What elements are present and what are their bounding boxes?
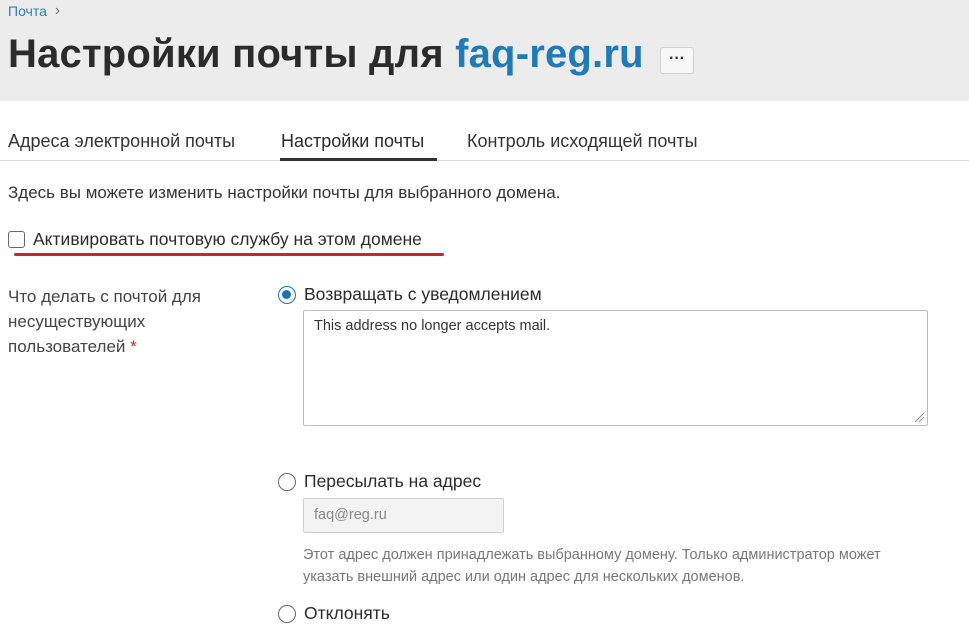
page-title-prefix: Настройки почты для xyxy=(8,32,456,76)
tab-outgoing-mail-control[interactable]: Контроль исходящей почты xyxy=(467,131,698,152)
forward-address-hint: Этот адрес должен принадлежать выбранном… xyxy=(303,547,881,585)
required-mark: * xyxy=(130,337,137,356)
radio-bounce-row[interactable]: Возвращать с уведомлением xyxy=(278,284,542,305)
radio-reject-row[interactable]: Отклонять xyxy=(278,603,390,624)
radio-reject-label: Отклонять xyxy=(304,603,390,623)
tab-mail-settings[interactable]: Настройки почты xyxy=(281,131,424,152)
activate-mail-service-label: Активировать почтовую службу на этом дом… xyxy=(33,229,422,249)
forward-address-input[interactable]: faq@reg.ru xyxy=(303,498,504,533)
radio-reject[interactable] xyxy=(278,604,296,623)
tab-bar: Адреса электронной почты Настройки почты… xyxy=(0,101,969,161)
bounce-message-textarea[interactable]: This address no longer accepts mail. xyxy=(303,310,928,426)
radio-forward-label: Пересылать на адрес xyxy=(304,471,482,491)
resize-grip-icon[interactable] xyxy=(913,411,925,423)
nonexistent-users-label-text: Что делать с почтой для несуществующих п… xyxy=(8,287,201,356)
breadcrumb: Почта › xyxy=(8,2,61,20)
tab-email-addresses[interactable]: Адреса электронной почты xyxy=(8,131,235,152)
page-header: Почта › Настройки почты для faq-reg.ru ·… xyxy=(0,0,969,101)
breadcrumb-mail-link[interactable]: Почта xyxy=(8,3,47,19)
activate-mail-service-checkbox-row[interactable]: Активировать почтовую службу на этом дом… xyxy=(8,229,422,250)
highlight-underline xyxy=(14,253,444,256)
chevron-right-icon: › xyxy=(54,2,61,19)
page-title: Настройки почты для faq-reg.ru xyxy=(8,32,644,77)
radio-forward[interactable] xyxy=(278,472,296,491)
radio-bounce[interactable] xyxy=(278,285,296,304)
radio-forward-row[interactable]: Пересылать на адрес xyxy=(278,471,481,492)
more-actions-button[interactable]: ··· xyxy=(660,47,694,74)
intro-text: Здесь вы можете изменить настройки почты… xyxy=(8,183,561,202)
nonexistent-users-label: Что делать с почтой для несуществующих п… xyxy=(8,284,248,359)
active-tab-indicator xyxy=(280,158,437,161)
page-title-domain: faq-reg.ru xyxy=(455,32,644,76)
radio-bounce-label: Возвращать с уведомлением xyxy=(304,284,542,304)
activate-mail-service-checkbox[interactable] xyxy=(8,231,25,248)
